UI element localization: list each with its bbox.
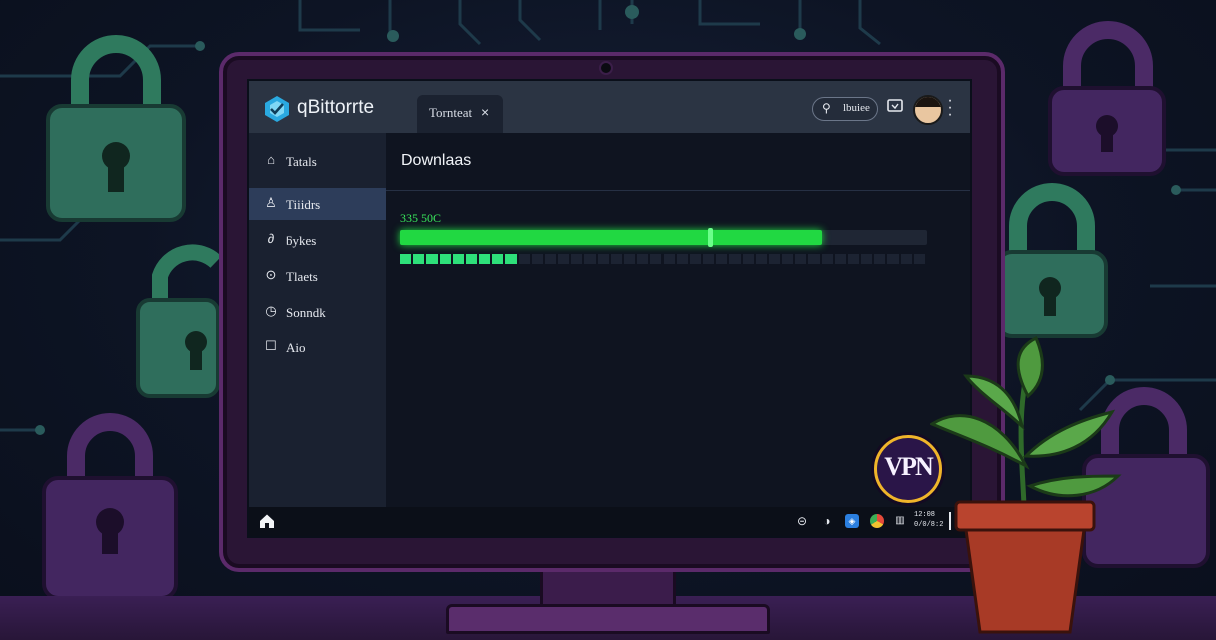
app-title: qBittorrte [297, 97, 375, 118]
sidebar-item-label: Tatals [286, 154, 317, 169]
piece-segment [900, 254, 912, 264]
avatar-hair [915, 97, 941, 107]
pin-icon: ⊙ [265, 267, 277, 282]
search-label: lbuiee [843, 102, 870, 114]
piece-segment [847, 254, 860, 264]
grid-icon[interactable]: ▥ [893, 514, 907, 528]
lock-icon [996, 183, 1108, 338]
sidebar-item-tiiidrs[interactable]: ♙ Tiiidrs [249, 188, 386, 220]
sidebar-item-label: Aio [286, 340, 306, 355]
piece-segment [742, 254, 754, 264]
sidebar-item-label: Sonndk [286, 305, 326, 320]
lock-icon [1048, 21, 1166, 176]
webcam [599, 61, 613, 75]
settings-icon[interactable]: ⊝ [795, 514, 809, 528]
close-icon[interactable]: × [481, 104, 489, 120]
piece-segment [439, 254, 451, 264]
piece-segment [834, 254, 846, 264]
piece-segment [782, 254, 794, 264]
sidebar-item-label: Tiiidrs [286, 197, 321, 212]
piece-segment [663, 254, 675, 264]
piece-segment [584, 254, 596, 264]
monitor-base [446, 604, 770, 634]
sidebar-item-ykes[interactable]: ∂ ƃykes [249, 224, 386, 256]
chrome-icon[interactable] [870, 514, 884, 528]
qbittorrent-logo-icon [265, 96, 289, 122]
sidebar-item-tlaets[interactable]: ⊙ Tlaets [249, 260, 386, 292]
progress-fill [400, 230, 822, 245]
sidebar-item-label: Tlaets [286, 269, 318, 284]
piece-segment [676, 254, 688, 264]
sidebar-item-aio[interactable]: ☐ Aio [249, 331, 386, 363]
piece-segment [808, 254, 820, 264]
piece-segment [571, 254, 583, 264]
taskbar: ⊝ ◑ ◈ ▥ 12:08 0/0/8:2 [249, 507, 970, 536]
piece-segment [768, 254, 781, 264]
monitor-icon[interactable] [887, 99, 903, 113]
tab-torrents[interactable]: Tornteat × [417, 95, 503, 133]
home-icon: ⌂ [267, 152, 275, 167]
piece-segment [623, 254, 636, 264]
piece-segment [755, 254, 767, 264]
square-icon: ☐ [265, 338, 277, 353]
piece-segment [650, 254, 662, 264]
piece-segment [821, 254, 833, 264]
piece-segment [874, 254, 886, 264]
piece-segment [400, 254, 412, 264]
sidebar-item-label: ƃykes [286, 233, 317, 248]
piece-segment [913, 254, 925, 264]
lock-icon [42, 413, 178, 600]
piece-segment [492, 254, 504, 264]
clock-icon: ◷ [265, 303, 277, 318]
piece-segment [689, 254, 702, 264]
potted-plant [930, 336, 1122, 634]
kebab-icon[interactable]: · · · [946, 93, 954, 123]
piece-segment [716, 254, 728, 264]
network-icon[interactable]: ◑ [820, 514, 834, 528]
search-icon: ⚲ [822, 101, 831, 115]
progress-bar [400, 228, 927, 247]
piece-segment [413, 254, 425, 264]
avatar[interactable] [913, 95, 943, 125]
pieces-bar [400, 254, 927, 264]
piece-segment [729, 254, 741, 264]
home-icon[interactable] [259, 513, 275, 529]
sidebar-item-sonndk[interactable]: ◷ Sonndk [249, 296, 386, 328]
piece-segment [637, 254, 649, 264]
top-bar: qBittorrte Tornteat × ⚲ lbuiee · · · [249, 81, 970, 133]
piece-segment [887, 254, 899, 264]
piece-segment [597, 254, 609, 264]
piece-segment [544, 254, 557, 264]
lock-icon [46, 35, 186, 222]
progress-marker [707, 228, 713, 247]
piece-segment [610, 254, 622, 264]
piece-segment [703, 254, 715, 264]
piece-segment [531, 254, 543, 264]
link-icon: ∂ [267, 231, 275, 246]
shield-icon[interactable]: ◈ [845, 514, 859, 528]
piece-segment [452, 254, 464, 264]
sidebar-item-tatals[interactable]: ⌂ Tatals [249, 145, 386, 177]
piece-segment [861, 254, 873, 264]
page-title: Downlaas [401, 152, 472, 169]
search-button[interactable]: ⚲ lbuiee [812, 97, 878, 121]
piece-segment [465, 254, 478, 264]
download-speed: 335 50C [400, 211, 442, 225]
divider [386, 190, 970, 191]
app-window: qBittorrte Tornteat × ⚲ lbuiee · · · ⌂ Tat… [247, 79, 972, 538]
piece-segment [426, 254, 438, 264]
piece-segment [558, 254, 570, 264]
piece-segment [505, 254, 517, 264]
lock-icon [136, 244, 222, 398]
piece-segment [479, 254, 491, 264]
tab-label: Tornteat [429, 105, 473, 120]
piece-segment [518, 254, 530, 264]
user-icon: ♙ [265, 195, 277, 210]
sidebar: ⌂ Tatals ♙ Tiiidrs ∂ ƃykes ⊙ Tlaets ◷ So… [249, 133, 386, 507]
piece-segment [795, 254, 807, 264]
